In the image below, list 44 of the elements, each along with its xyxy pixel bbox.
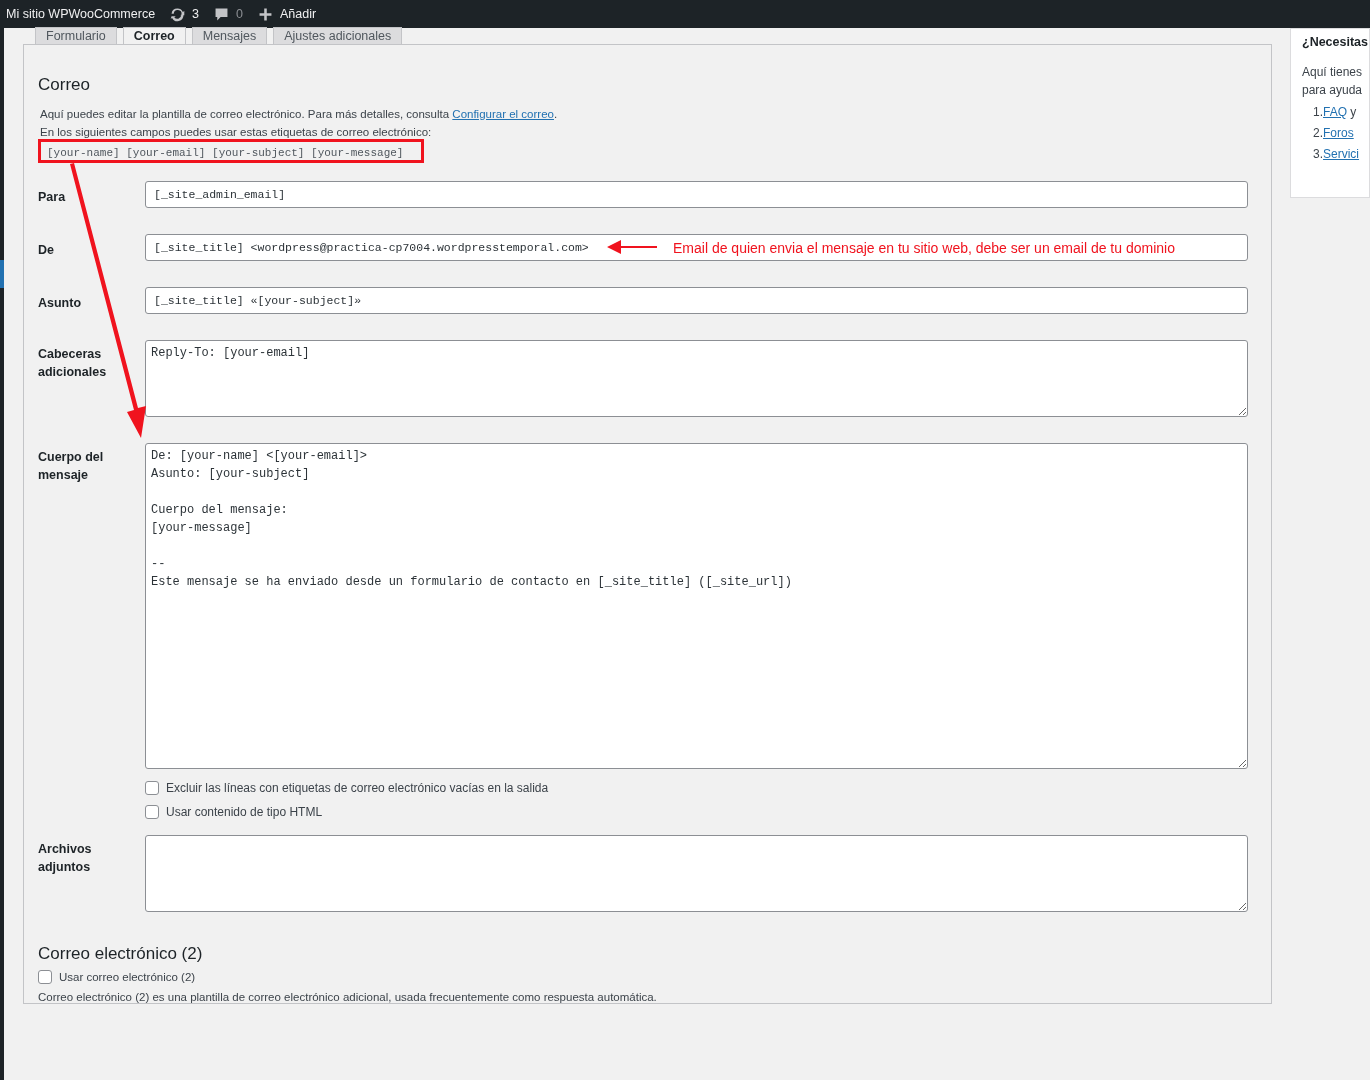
section-title: Correo (38, 75, 91, 95)
text-area[interactable]: De: [your-name] <[your-email]> Asunto: [your-subject] Cuerpo del mensaje: [your-message] -- Este mensaje se ha enviado desde un formulario de contacto en [_site_title] ([_site_url]) (145, 443, 1248, 769)
tab[interactable]: Ajustes adicionales (273, 27, 403, 44)
text-field[interactable]: [_site_title] «[your-subject]» (145, 287, 1248, 314)
update-count[interactable]: 3 (192, 7, 200, 21)
help-text: para ayuda (1302, 82, 1364, 99)
checkbox[interactable] (145, 805, 159, 819)
help-text: Aquí tienes (1302, 64, 1364, 81)
add-new-link[interactable]: Añadir (280, 7, 317, 21)
field-label: Cuerpo del mensaje (38, 449, 105, 484)
field-label: Asunto (38, 295, 83, 312)
help-link[interactable]: FAQ (1323, 105, 1348, 119)
checkbox[interactable] (38, 970, 52, 984)
tab[interactable]: Formulario (35, 27, 117, 44)
list-number: 3. (1313, 147, 1323, 161)
mail-tags: [your-name] [your-email] [your-subject] [your-message] (47, 147, 404, 159)
tags-intro: En los siguientes campos puedes usar estas etiquetas de correo electrónico: (39, 125, 433, 140)
help-link[interactable]: Configurar el correo (452, 108, 554, 120)
annotation-note: Email de quien envia el mensaje en tu sitio web, debe ser un email de tu dominio (673, 240, 1175, 256)
annotation-arrow (607, 239, 657, 255)
tab[interactable]: Mensajes (191, 27, 268, 44)
field-label: Para (38, 189, 67, 206)
text-field[interactable]: [_site_admin_email] (145, 181, 1248, 208)
help-title: ¿Necesitas (1302, 35, 1369, 49)
field-label: Archivos adjuntos (38, 841, 93, 876)
help-text: y (1349, 105, 1357, 119)
help-link[interactable]: Foros (1323, 126, 1354, 140)
help-link[interactable]: Servici (1323, 147, 1360, 161)
checkbox-label[interactable]: Usar contenido de tipo HTML (166, 805, 323, 819)
comment-count[interactable]: 0 (236, 7, 243, 21)
tab[interactable]: Correo (122, 27, 186, 44)
field-label: De (38, 242, 55, 259)
text-area[interactable]: Reply-To: [your-email] (145, 340, 1248, 417)
checkbox-label[interactable]: Excluir las líneas con etiquetas de correo electrónico vacías en la salida (166, 781, 549, 795)
description: Aquí puedes editar la plantilla de correo electrónico. Para más detalles, consulta Configurar el correo. (39, 107, 559, 122)
section-title: Correo electrónico (2) (38, 944, 204, 964)
checkbox-label[interactable]: Usar correo electrónico (2) (59, 971, 196, 983)
field-label: Cabeceras adicionales (38, 346, 108, 381)
text-area[interactable] (145, 835, 1248, 912)
list-number: 1. (1313, 105, 1323, 119)
site-name-link[interactable]: Mi sitio WPWooCommerce (6, 7, 156, 21)
description: Correo electrónico (2) es una plantilla de correo electrónico adicional, usada frecuentemente como respuesta automática. (38, 990, 658, 1005)
checkbox[interactable] (145, 781, 159, 795)
list-number: 2. (1313, 126, 1323, 140)
